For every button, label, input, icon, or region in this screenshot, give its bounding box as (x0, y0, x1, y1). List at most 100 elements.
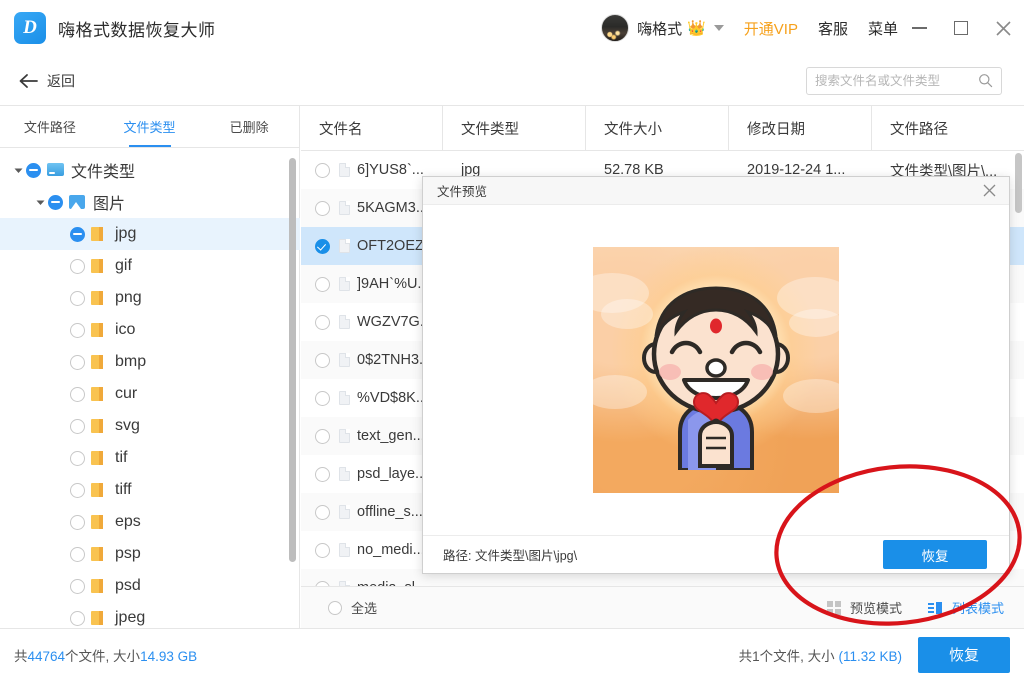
search-box[interactable] (806, 66, 1002, 95)
tree-item-svg[interactable]: svg (0, 410, 300, 442)
tree-item-cur[interactable]: cur (0, 378, 300, 410)
tree-item-gif[interactable]: gif (0, 250, 300, 282)
tree-checkbox[interactable] (70, 290, 85, 306)
tree-checkbox[interactable] (70, 514, 85, 530)
column-header-filesize[interactable]: 文件大小 (586, 106, 729, 150)
preview-image (593, 247, 839, 493)
tree-item-tiff[interactable]: tiff (0, 474, 300, 506)
minimize-button[interactable] (898, 0, 940, 56)
sidebar-tab-2[interactable]: 已删除 (199, 106, 299, 147)
search-icon[interactable] (978, 73, 993, 88)
total-count: 44764 (27, 648, 66, 664)
row-checkbox[interactable] (315, 428, 330, 444)
file-icon (339, 201, 350, 215)
back-button[interactable]: 返回 (18, 71, 75, 91)
sidebar-tab-label: 文件路径 (23, 120, 76, 135)
folder-icon (91, 354, 108, 370)
row-checkbox[interactable] (315, 504, 330, 520)
image-icon (69, 194, 86, 210)
tree-checkbox[interactable] (70, 322, 85, 338)
sidebar-tab-1[interactable]: 文件类型 (100, 106, 200, 147)
row-checkbox[interactable] (315, 276, 330, 292)
file-list-footer: 全选 预览模式 列表模式 (301, 586, 1024, 628)
tree-item-label: psd (115, 577, 141, 594)
tree-item-label: tif (115, 449, 128, 466)
maximize-button[interactable] (940, 0, 982, 56)
dialog-close-button[interactable] (982, 183, 997, 198)
tree-checkbox[interactable] (70, 482, 85, 498)
dialog-recover-button[interactable]: 恢复 (883, 540, 987, 569)
sidebar-tab-0[interactable]: 文件路径 (0, 106, 100, 147)
dialog-body (423, 205, 1009, 535)
back-label: 返回 (47, 72, 75, 89)
tree-item-psd[interactable]: psd (0, 570, 300, 602)
tree-item-eps[interactable]: eps (0, 506, 300, 538)
maximize-icon (954, 21, 968, 35)
folder-icon (91, 610, 108, 626)
tree-item-文件类型[interactable]: 文件类型 (0, 154, 300, 186)
search-input[interactable] (815, 73, 978, 88)
tree-item-bmp[interactable]: bmp (0, 346, 300, 378)
preview-mode-button[interactable]: 预览模式 (826, 598, 902, 617)
folder-icon (91, 418, 108, 434)
app-window: D 嗨格式数据恢复大师 嗨格式 👑 开通VIP 客服 菜单 返回 搜索文件名或文… (0, 0, 1024, 680)
tree-item-png[interactable]: png (0, 282, 300, 314)
row-checkbox[interactable] (315, 238, 330, 254)
sidebar: 文件路径 文件类型 已删除 文件类型 图片 jpg gif png ico bmp cur svg t… (0, 106, 300, 628)
file-name-label: psd_laye... (357, 466, 428, 482)
column-header-filename[interactable]: 文件名 (301, 106, 443, 150)
tree-checkbox[interactable] (70, 226, 85, 242)
column-header-moddate[interactable]: 修改日期 (729, 106, 872, 150)
tree-checkbox[interactable] (70, 354, 85, 370)
recover-button[interactable]: 恢复 (918, 636, 1010, 673)
tree-item-label: jpeg (115, 609, 146, 626)
row-checkbox[interactable] (315, 542, 330, 558)
file-icon (339, 543, 350, 557)
view-mode-group: 预览模式 列表模式 (801, 598, 1004, 617)
menu-button[interactable]: 菜单 (868, 18, 898, 39)
sel-prefix: 共 (738, 648, 753, 664)
tree-item-tif[interactable]: tif (0, 442, 300, 474)
tree-checkbox[interactable] (70, 418, 85, 434)
sel-mid: 个文件, 大小 (759, 648, 835, 664)
row-checkbox[interactable] (315, 466, 330, 482)
file-icon (339, 277, 350, 291)
minimize-icon (911, 27, 927, 29)
close-button[interactable] (982, 0, 1024, 56)
preview-path-value: 文件类型\图片\jpg\ (474, 549, 578, 563)
file-list-scrollbar[interactable] (1015, 153, 1022, 213)
sidebar-scrollbar[interactable] (289, 158, 296, 562)
tree-item-label: eps (115, 513, 141, 530)
select-all-checkbox[interactable]: 全选 (319, 598, 377, 617)
tree-checkbox[interactable] (70, 450, 85, 466)
tree-item-psp[interactable]: psp (0, 538, 300, 570)
close-icon (983, 184, 996, 197)
chevron-down-icon[interactable] (713, 25, 724, 31)
tree-item-图片[interactable]: 图片 (0, 186, 300, 218)
avatar[interactable] (601, 14, 630, 42)
tree-item-label: psp (115, 545, 141, 562)
tree-item-jpeg[interactable]: jpeg (0, 602, 300, 628)
tree-checkbox[interactable] (26, 162, 41, 178)
column-header-filepath[interactable]: 文件路径 (872, 106, 1024, 150)
tree-checkbox[interactable] (70, 578, 85, 594)
row-checkbox[interactable] (315, 352, 330, 368)
tree-checkbox[interactable] (70, 610, 85, 626)
list-mode-button[interactable]: 列表模式 (927, 598, 1004, 617)
row-checkbox[interactable] (315, 314, 330, 330)
tree-checkbox[interactable] (70, 386, 85, 402)
row-checkbox[interactable] (315, 200, 330, 216)
tree-item-ico[interactable]: ico (0, 314, 300, 346)
tree-checkbox[interactable] (48, 194, 63, 210)
support-button[interactable]: 客服 (818, 18, 848, 39)
column-header-filetype[interactable]: 文件类型 (443, 106, 586, 150)
tree-item-jpg[interactable]: jpg (0, 218, 300, 250)
row-checkbox[interactable] (315, 162, 330, 178)
disk-icon (47, 162, 64, 178)
tree-checkbox[interactable] (70, 546, 85, 562)
tree-checkbox[interactable] (70, 258, 85, 274)
row-checkbox[interactable] (315, 390, 330, 406)
open-vip-button[interactable]: 开通VIP (744, 18, 798, 39)
chevron-down-icon[interactable] (10, 165, 26, 176)
chevron-down-icon[interactable] (32, 197, 48, 208)
